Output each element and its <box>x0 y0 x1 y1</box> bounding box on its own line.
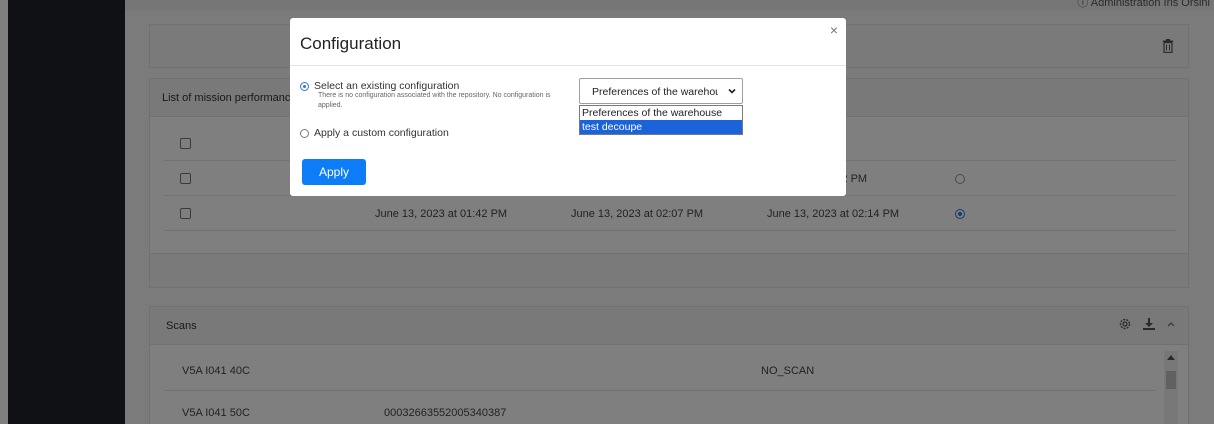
select-dropdown: Preferences of the warehouse test decoup… <box>579 105 743 135</box>
apply-button[interactable]: Apply <box>302 159 366 185</box>
modal-header: Configuration × <box>290 18 846 66</box>
option-custom-config[interactable]: Apply a custom configuration <box>300 127 449 139</box>
dropdown-option[interactable]: Preferences of the warehouse <box>580 106 742 120</box>
chevron-down-icon <box>728 88 736 94</box>
config-hint: There is no configuration associated wit… <box>318 92 551 109</box>
radio-custom[interactable] <box>300 128 309 138</box>
radio-existing-selected[interactable] <box>300 81 309 91</box>
option-custom-label: Apply a custom configuration <box>314 127 449 139</box>
modal-title: Configuration <box>300 34 402 53</box>
dropdown-option-highlighted[interactable]: test decoupe <box>580 120 742 134</box>
configuration-select[interactable]: Preferences of the warehouse <box>579 78 743 104</box>
select-value: Preferences of the warehouse <box>592 86 718 98</box>
configuration-modal: Configuration × Select an existing confi… <box>290 18 846 196</box>
close-button[interactable]: × <box>830 21 838 39</box>
